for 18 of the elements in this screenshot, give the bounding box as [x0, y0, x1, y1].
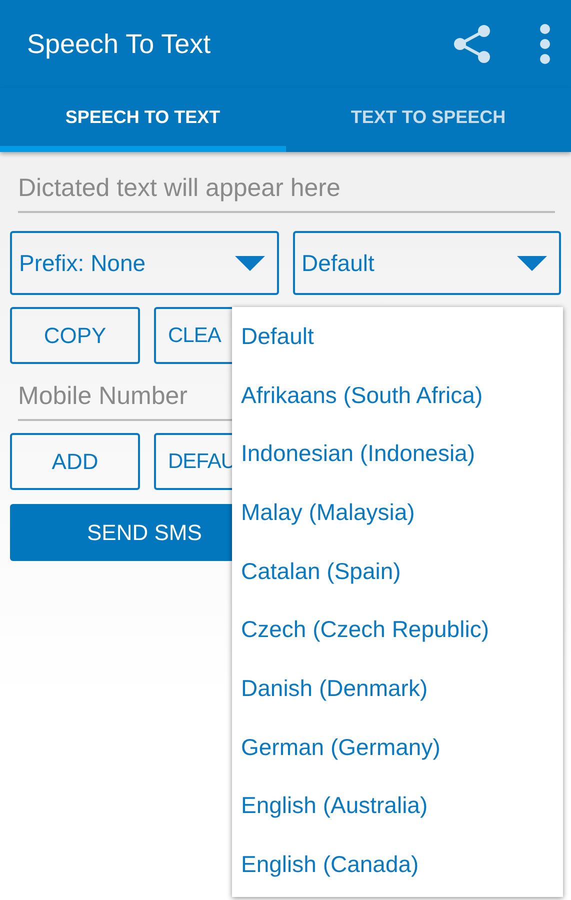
dictation-field[interactable]: Dictated text will appear here [18, 170, 555, 213]
add-button[interactable]: ADD [10, 433, 140, 490]
menu-item[interactable]: Danish (Denmark) [232, 659, 563, 718]
menu-item[interactable]: English (Canada) [232, 835, 563, 894]
app-title: Speech To Text [27, 28, 212, 60]
share-icon[interactable] [453, 24, 491, 64]
dropdown[interactable]: Default [292, 231, 561, 295]
tab[interactable]: SPEECH TO TEXT [0, 88, 286, 152]
dropdown[interactable]: Prefix: None [10, 231, 278, 295]
caret-icon [517, 256, 547, 270]
copy-button[interactable]: COPY [10, 307, 140, 364]
menu-item[interactable]: Czech (Czech Republic) [232, 600, 563, 660]
caret-icon [234, 256, 264, 270]
menu-item[interactable]: English (Australia) [232, 776, 563, 836]
menu-item[interactable]: Catalan (Spain) [232, 542, 563, 600]
overflow-menu-icon[interactable] [539, 24, 551, 64]
tab[interactable]: TEXT TO SPEECH [286, 88, 571, 152]
menu-item[interactable]: German (Germany) [232, 718, 563, 776]
